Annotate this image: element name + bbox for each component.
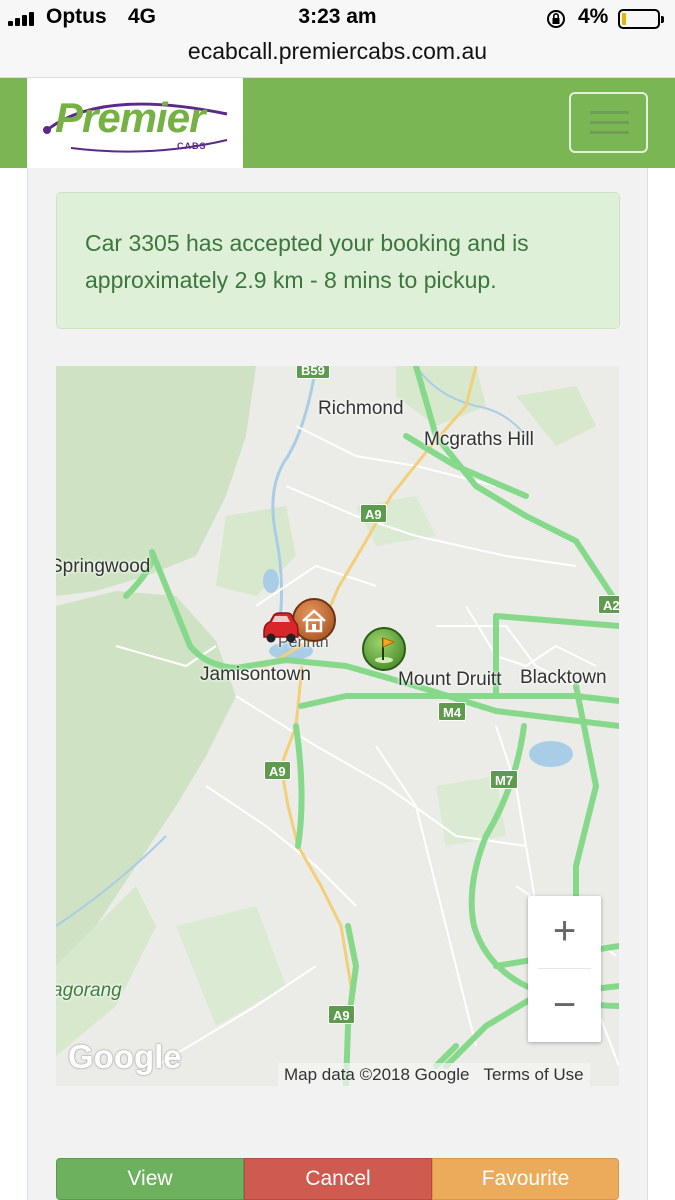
view-button[interactable]: View <box>56 1158 244 1200</box>
hamburger-menu-icon <box>590 111 629 114</box>
map-attribution: Map data ©2018 Google Terms of Use <box>278 1063 590 1086</box>
booking-actions: View Cancel Favourite <box>56 1158 619 1200</box>
road-shield-m7: M7 <box>490 770 519 789</box>
road-shield-a9: A9 <box>360 504 387 523</box>
favourite-button[interactable]: Favourite <box>432 1158 619 1200</box>
premier-cabs-logo[interactable]: Premier CABS <box>27 78 243 168</box>
booking-map[interactable]: Richmond Mcgraths Hill Springwood Penrit… <box>56 366 619 1086</box>
car-marker-icon[interactable] <box>260 610 300 646</box>
road-shield-b59: B59 <box>296 366 330 379</box>
logo-subtext: CABS <box>177 141 207 151</box>
place-label-richmond: Richmond <box>318 398 404 419</box>
battery-icon <box>618 9 664 29</box>
clock: 3:23 am <box>298 5 377 28</box>
road-shield-a9: A9 <box>328 1005 355 1024</box>
place-label-mount-druitt: Mount Druitt <box>398 669 502 690</box>
status-bar: Optus 4G 3:23 am 4% <box>0 0 675 38</box>
site-header: Premier CABS <box>0 78 675 168</box>
address-bar[interactable]: ecabcall.premiercabs.com.au <box>0 38 675 78</box>
rotation-lock-icon <box>547 10 565 28</box>
zoom-in-button[interactable]: + <box>528 896 601 968</box>
cancel-button[interactable]: Cancel <box>244 1158 432 1200</box>
place-label-blacktown: Blacktown <box>520 667 607 688</box>
map-data-text: Map data ©2018 Google <box>284 1065 470 1084</box>
road-shield-m4: M4 <box>438 702 467 721</box>
hamburger-menu-button[interactable] <box>569 92 648 153</box>
place-label-kurrajong: agorang <box>56 980 122 1001</box>
url-text[interactable]: ecabcall.premiercabs.com.au <box>0 38 675 65</box>
booking-status-alert: Car 3305 has accepted your booking and i… <box>56 192 620 329</box>
place-label-springwood: Springwood <box>56 556 151 577</box>
battery-percent: 4% <box>578 5 609 28</box>
zoom-controls: + − <box>528 896 601 1042</box>
place-label-mcgraths-hill: Mcgraths Hill <box>424 429 534 450</box>
logo-text: Premier <box>55 94 205 141</box>
place-label-jamisontown: Jamisontown <box>200 664 311 685</box>
google-logo[interactable]: Google <box>68 1038 182 1076</box>
road-shield-a2: A2 <box>598 595 619 614</box>
road-shield-a9: A9 <box>264 761 291 780</box>
zoom-out-button[interactable]: − <box>528 970 601 1042</box>
terms-of-use-link[interactable]: Terms of Use <box>484 1065 584 1084</box>
flag-marker-icon[interactable] <box>362 627 406 671</box>
